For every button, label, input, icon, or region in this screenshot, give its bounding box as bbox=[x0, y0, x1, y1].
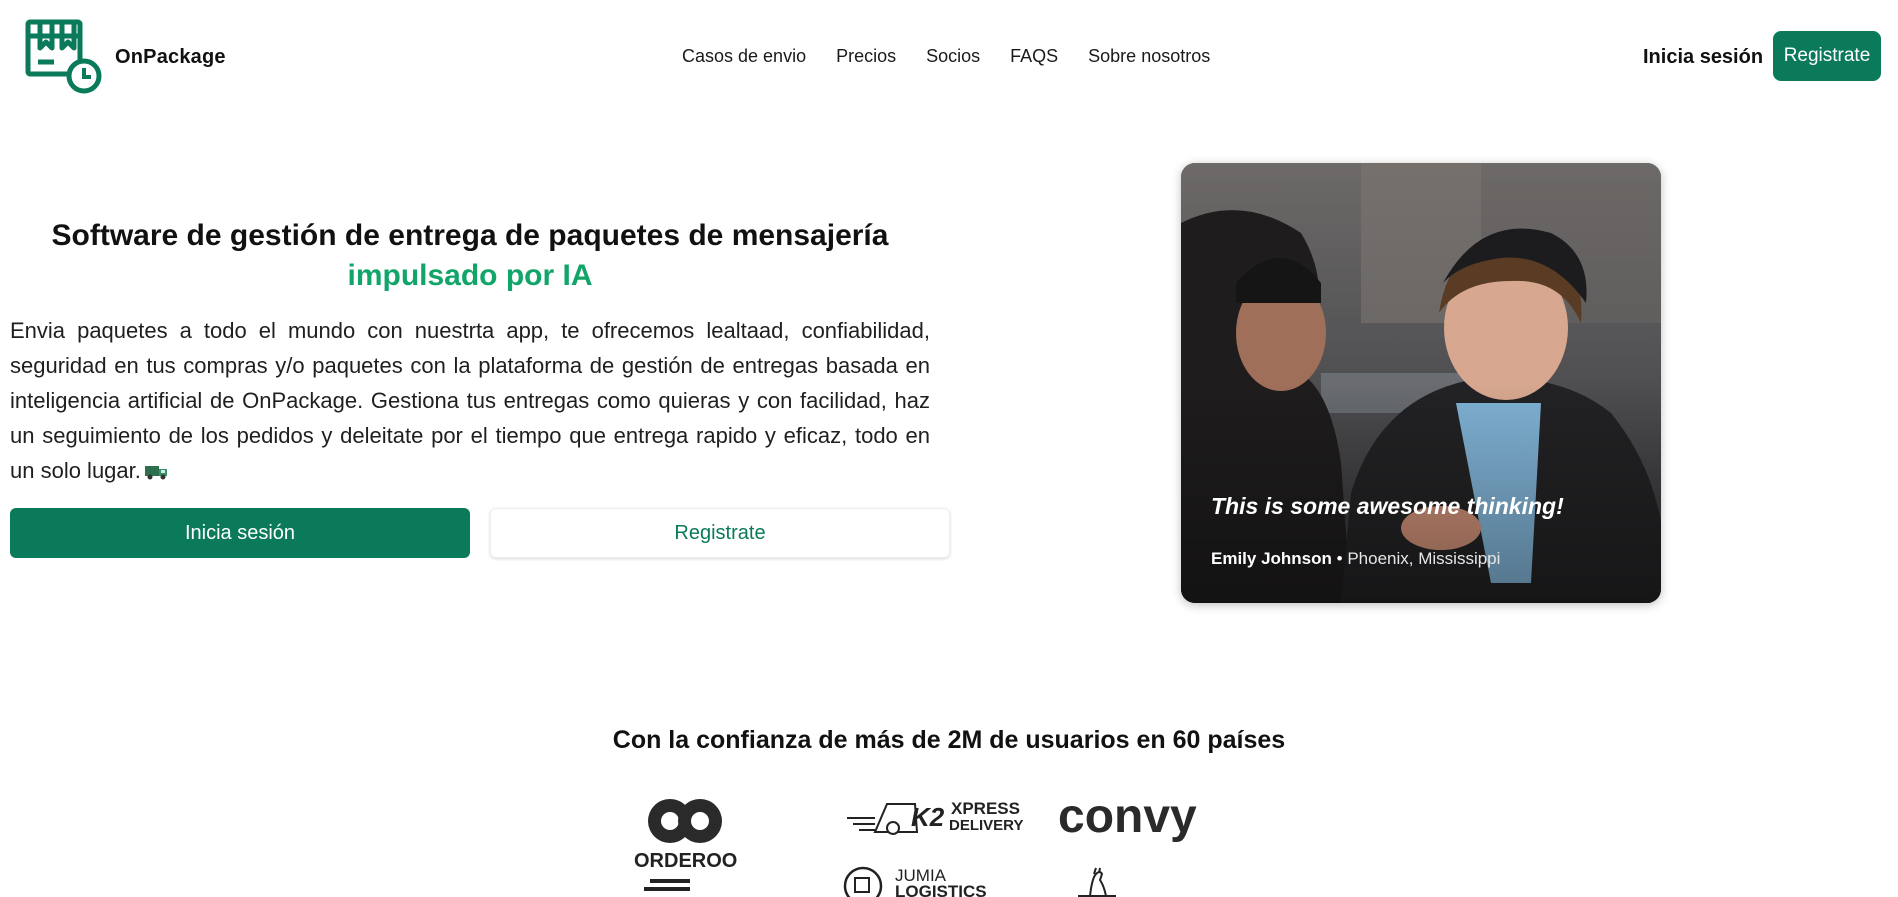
hero-title-accent: impulsado por IA bbox=[347, 259, 593, 292]
orderoo-logo: ORDEROO bbox=[634, 799, 737, 891]
logistics-logo-text: LOGISTICS bbox=[895, 882, 987, 897]
header-signin-link[interactable]: Inicia sesión bbox=[1643, 46, 1763, 69]
convy-logo: convy bbox=[1058, 790, 1197, 843]
testimonial-location: Phoenix, Mississippi bbox=[1347, 549, 1501, 568]
testimonial-quote: This is some awesome thinking! bbox=[1211, 493, 1564, 519]
nav-item-socios[interactable]: Socios bbox=[926, 46, 980, 67]
convy-logo-text: convy bbox=[1058, 790, 1197, 843]
hero-title: Software de gestión de entrega de paquet… bbox=[10, 216, 930, 296]
nav-item-precios[interactable]: Precios bbox=[836, 46, 896, 67]
nav-item-sobre-nosotros[interactable]: Sobre nosotros bbox=[1088, 46, 1210, 67]
hero-register-button[interactable]: Registrate bbox=[490, 508, 950, 558]
trust-title: Con la confianza de más de 2M de usuario… bbox=[612, 726, 1286, 754]
hero-title-main: Software de gestión de entrega de paquet… bbox=[51, 219, 889, 252]
package-clock-logo-icon[interactable] bbox=[24, 18, 102, 94]
main-nav: Casos de envio Precios Socios FAQS Sobre… bbox=[682, 46, 1210, 67]
jumia-logistics-logo: JUMIA LOGISTICS bbox=[843, 866, 987, 897]
k2-delivery-text: DELIVERY bbox=[949, 817, 1023, 834]
figure-logo-icon bbox=[1078, 867, 1116, 897]
testimonial-card: This is some awesome thinking! Emily Joh… bbox=[1181, 163, 1661, 603]
hero-description-text: Envia paquetes a todo el mundo con nuest… bbox=[10, 318, 930, 483]
brand-name[interactable]: OnPackage bbox=[115, 46, 226, 69]
k2-xpress-logo: K2 XPRESS DELIVERY bbox=[847, 799, 1023, 835]
hero-description: Envia paquetes a todo el mundo con nuest… bbox=[10, 313, 930, 488]
hero-signin-button[interactable]: Inicia sesión bbox=[10, 508, 470, 558]
testimonial-photo bbox=[1181, 163, 1661, 603]
k2-mark-text: K2 bbox=[911, 802, 945, 832]
testimonial-separator: • bbox=[1336, 549, 1343, 568]
orderoo-logo-text: ORDEROO bbox=[634, 850, 737, 872]
header-register-button[interactable]: Registrate bbox=[1773, 31, 1881, 81]
nav-item-faqs[interactable]: FAQS bbox=[1010, 46, 1058, 67]
site-header: OnPackage Casos de envio Precios Socios … bbox=[0, 0, 1898, 112]
testimonial-author-name: Emily Johnson bbox=[1211, 549, 1332, 568]
truck-icon bbox=[144, 466, 167, 480]
k2-xpress-text: XPRESS bbox=[951, 799, 1020, 818]
testimonial-author: Emily Johnson • Phoenix, Mississippi bbox=[1211, 549, 1500, 569]
nav-item-casos-de-envio[interactable]: Casos de envio bbox=[682, 46, 806, 67]
